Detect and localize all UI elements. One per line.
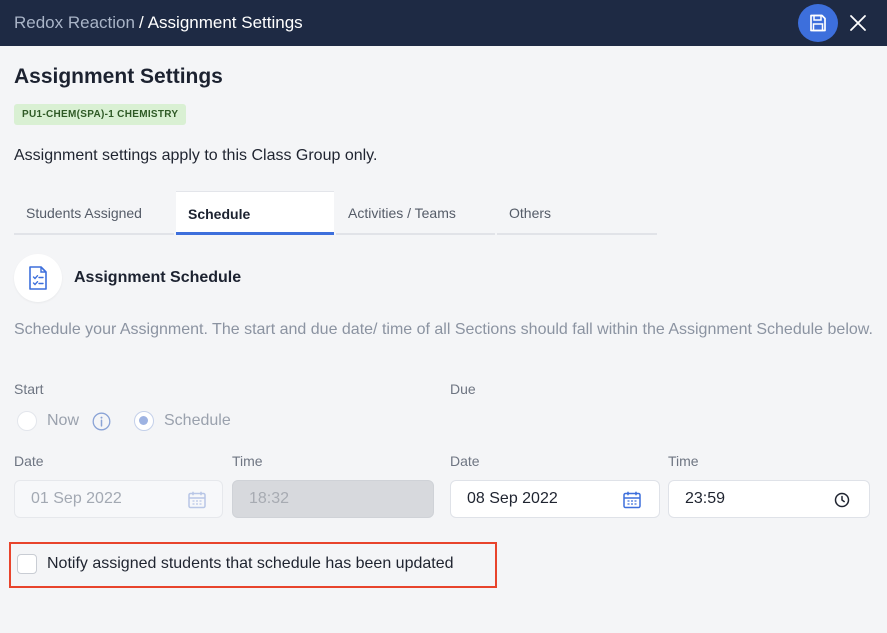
breadcrumb-separator: /	[138, 13, 144, 32]
save-button[interactable]	[798, 4, 838, 42]
schedule-description: Schedule your Assignment. The start and …	[14, 321, 873, 338]
start-label: Start	[14, 381, 44, 397]
tab-others[interactable]: Others	[497, 191, 657, 235]
breadcrumb-parent-link[interactable]: Redox Reaction	[14, 13, 135, 32]
notify-students-label[interactable]: Notify assigned students that schedule h…	[47, 555, 454, 573]
start-date-field[interactable]: 01 Sep 2022	[14, 480, 223, 518]
floppy-disk-icon	[810, 14, 826, 32]
due-date-value: 08 Sep 2022	[467, 490, 558, 507]
calendar-icon[interactable]	[622, 490, 642, 510]
tab-activities-teams[interactable]: Activities / Teams	[336, 191, 495, 235]
page-title: Assignment Settings	[14, 65, 223, 88]
start-now-radio[interactable]	[17, 411, 37, 431]
close-button[interactable]	[845, 9, 871, 37]
tab-schedule[interactable]: Schedule	[176, 191, 334, 235]
info-icon[interactable]	[92, 412, 111, 431]
start-date-value: 01 Sep 2022	[31, 490, 122, 507]
schedule-section-icon-wrap	[14, 254, 62, 302]
close-icon	[850, 15, 866, 31]
calendar-icon[interactable]	[187, 490, 207, 510]
notify-students-checkbox[interactable]	[17, 554, 37, 574]
tab-underline	[176, 232, 334, 235]
due-time-label: Time	[668, 453, 699, 469]
clock-icon[interactable]	[832, 490, 852, 510]
due-time-field[interactable]: 23:59	[668, 480, 870, 518]
due-date-label: Date	[450, 453, 480, 469]
breadcrumb: Redox Reaction / Assignment Settings	[14, 13, 303, 33]
tab-label: Activities / Teams	[348, 205, 456, 221]
start-time-value: 18:32	[249, 490, 290, 507]
start-time-field[interactable]: 18:32	[232, 480, 434, 518]
info-circle-icon	[92, 412, 111, 431]
tab-label: Others	[509, 205, 552, 221]
due-date-field[interactable]: 08 Sep 2022	[450, 480, 660, 518]
due-label: Due	[450, 381, 476, 397]
start-schedule-label: Schedule	[164, 412, 231, 429]
scope-note: Assignment settings apply to this Class …	[14, 147, 378, 164]
tab-underline	[14, 233, 174, 235]
tab-underline	[336, 233, 495, 235]
tab-label: Schedule	[188, 206, 251, 222]
start-time-label: Time	[232, 453, 263, 469]
breadcrumb-current: Assignment Settings	[147, 13, 303, 32]
start-date-label: Date	[14, 453, 44, 469]
schedule-section-title: Assignment Schedule	[74, 269, 242, 286]
checklist-document-icon	[29, 266, 47, 290]
tab-underline	[497, 233, 657, 235]
start-now-label: Now	[47, 412, 80, 429]
start-schedule-radio[interactable]	[134, 411, 154, 431]
top-bar: Redox Reaction / Assignment Settings	[0, 0, 887, 46]
tab-students-assigned[interactable]: Students Assigned	[14, 191, 174, 235]
settings-tabs: Students Assigned Schedule Activities / …	[14, 191, 657, 235]
class-group-badge: PU1-CHEM(SPA)-1 CHEMISTRY	[14, 104, 187, 125]
tab-label: Students Assigned	[26, 205, 142, 221]
due-time-value: 23:59	[685, 490, 726, 507]
